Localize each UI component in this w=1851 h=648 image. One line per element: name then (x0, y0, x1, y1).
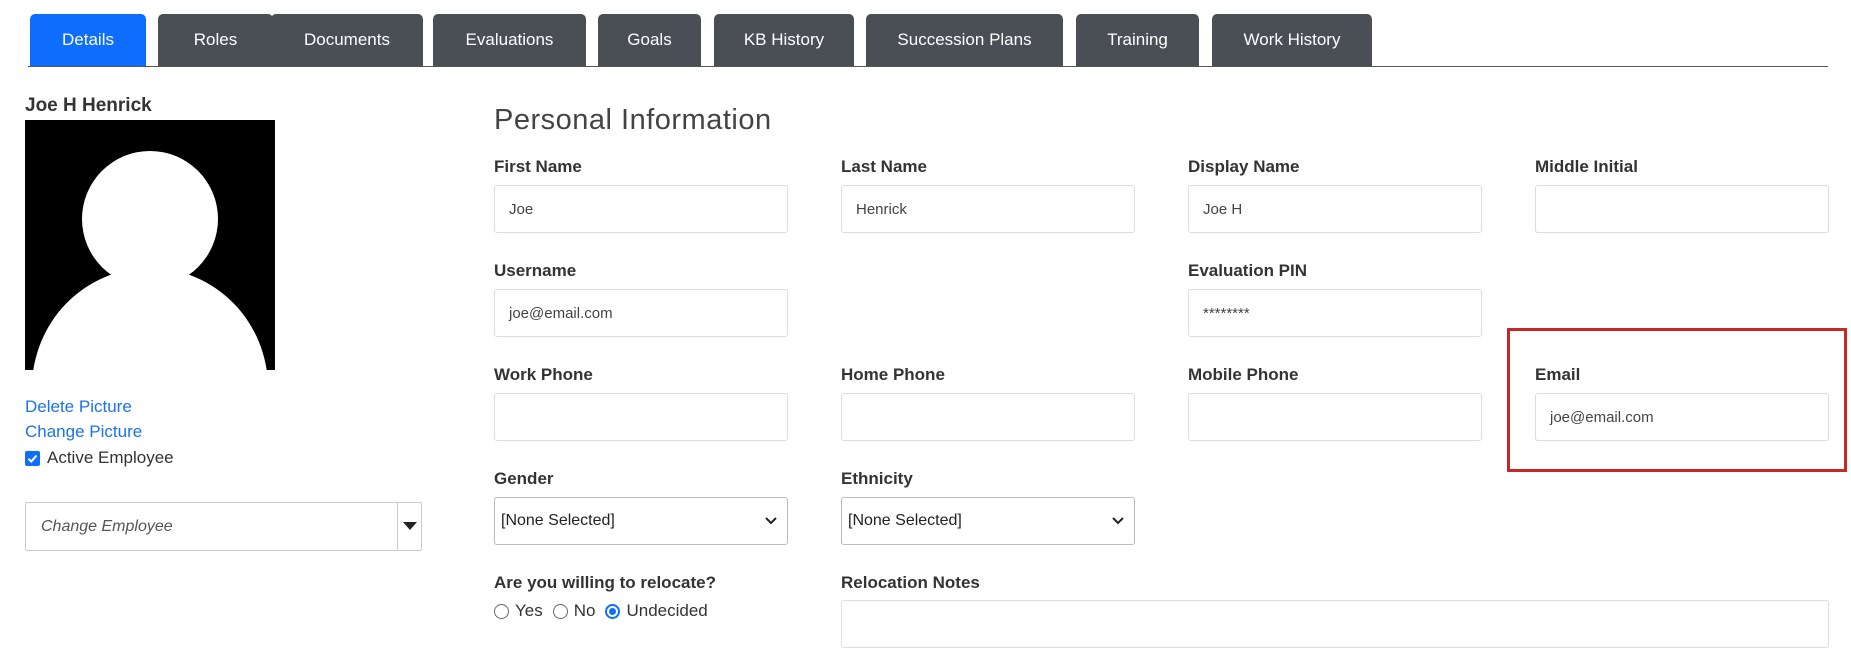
chevron-down-icon (1112, 517, 1124, 525)
change-employee-placeholder: Change Employee (41, 517, 173, 535)
mobile-phone-label: Mobile Phone (1188, 365, 1299, 384)
relocate-undecided-radio[interactable] (605, 603, 621, 619)
mobile-phone-input[interactable] (1188, 393, 1482, 441)
home-phone-input[interactable] (841, 393, 1135, 441)
display-name-label: Display Name (1188, 157, 1300, 176)
relocate-undecided-label: Undecided (626, 601, 708, 620)
middle-initial-label: Middle Initial (1535, 157, 1638, 176)
relocate-option-yes[interactable]: Yes (494, 601, 543, 621)
username-input[interactable]: joe@email.com (494, 289, 788, 337)
first-name-label: First Name (494, 157, 582, 176)
relocate-option-undecided[interactable]: Undecided (605, 601, 708, 621)
tab-kb-history[interactable]: KB History (714, 14, 854, 66)
tab-training[interactable]: Training (1076, 14, 1199, 66)
relocation-notes-label: Relocation Notes (841, 573, 980, 592)
middle-initial-input[interactable] (1535, 185, 1829, 233)
relocate-yes-radio[interactable] (494, 603, 509, 619)
check-icon (27, 454, 38, 463)
relocation-notes-textarea[interactable] (841, 600, 1829, 648)
gender-selected-value: [None Selected] (501, 512, 615, 529)
tab-work-history[interactable]: Work History (1212, 14, 1372, 66)
username-label: Username (494, 261, 577, 280)
tab-roles[interactable]: Roles (158, 14, 273, 66)
relocate-radio-group: Yes No Undecided (494, 601, 718, 621)
tab-divider (28, 66, 1828, 67)
tab-details[interactable]: Details (30, 14, 146, 66)
relocate-option-no[interactable]: No (552, 601, 596, 621)
change-picture-link[interactable]: Change Picture (25, 422, 142, 442)
caret-down-icon (402, 522, 417, 530)
relocate-label: Are you willing to relocate? (494, 573, 716, 592)
relocate-no-radio[interactable] (552, 603, 568, 619)
gender-select[interactable]: [None Selected] (494, 497, 788, 545)
tab-evaluations[interactable]: Evaluations (433, 14, 586, 66)
gender-label: Gender (494, 469, 554, 488)
user-silhouette-icon (33, 151, 267, 370)
tab-bar: Details Roles Documents Evaluations Goal… (28, 14, 1828, 67)
change-employee-dropdown-button[interactable] (397, 503, 421, 550)
first-name-input[interactable]: Joe (494, 185, 788, 233)
ethnicity-selected-value: [None Selected] (848, 512, 962, 529)
section-title: Personal Information (494, 104, 772, 136)
relocate-no-label: No (573, 601, 596, 620)
evaluation-pin-label: Evaluation PIN (1188, 261, 1308, 280)
tab-documents[interactable]: Documents (271, 14, 423, 66)
active-employee-label: Active Employee (47, 448, 174, 467)
employee-name: Joe H Henrick (25, 95, 152, 116)
relocate-yes-label: Yes (515, 601, 543, 620)
work-phone-label: Work Phone (494, 365, 593, 384)
active-employee-checkbox[interactable] (25, 450, 40, 466)
tab-succession-plans[interactable]: Succession Plans (866, 14, 1063, 66)
display-name-input[interactable]: Joe H (1188, 185, 1482, 233)
delete-picture-link[interactable]: Delete Picture (25, 397, 132, 417)
active-employee-row: Active Employee (25, 448, 174, 468)
last-name-input[interactable]: Henrick (841, 185, 1135, 233)
chevron-down-icon (765, 517, 777, 525)
tab-goals[interactable]: Goals (598, 14, 701, 66)
work-phone-input[interactable] (494, 393, 788, 441)
evaluation-pin-input[interactable]: ******** (1188, 289, 1482, 337)
ethnicity-label: Ethnicity (841, 469, 913, 488)
ethnicity-select[interactable]: [None Selected] (841, 497, 1135, 545)
last-name-label: Last Name (841, 157, 927, 176)
email-highlight-box (1507, 328, 1847, 472)
avatar (25, 120, 275, 370)
change-employee-select[interactable]: Change Employee (25, 502, 422, 551)
home-phone-label: Home Phone (841, 365, 945, 384)
